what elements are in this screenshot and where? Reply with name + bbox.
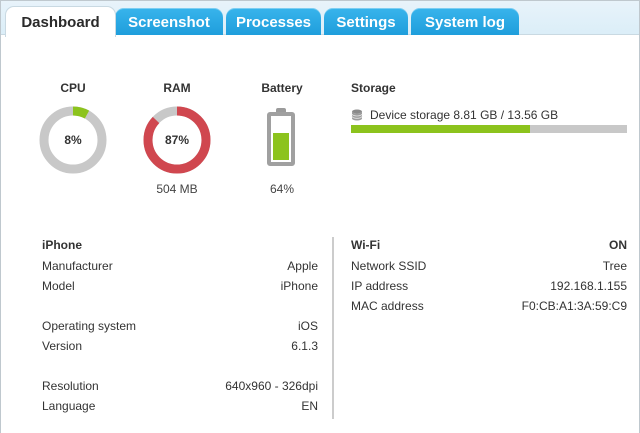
- row-value: 6.1.3: [291, 339, 318, 353]
- tab-settings[interactable]: Settings: [324, 8, 408, 36]
- storage-title: Storage: [351, 81, 396, 95]
- tab-dashboard[interactable]: Dashboard: [5, 6, 116, 37]
- device-heading: iPhone: [42, 238, 83, 252]
- wifi-heading: Wi-Fi: [351, 238, 381, 252]
- device-row-os: Operating system iOS: [42, 319, 318, 335]
- wifi-status: ON: [609, 238, 627, 252]
- row-value: 640x960 - 326dpi: [225, 379, 318, 393]
- row-label: Version: [42, 339, 83, 353]
- device-row-language: Language EN: [42, 399, 318, 415]
- ram-gauge: 87%: [142, 105, 212, 175]
- row-value: iPhone: [280, 279, 318, 293]
- row-label: Language: [42, 399, 96, 413]
- wifi-heading-row: Wi-Fi ON: [351, 238, 627, 254]
- row-value: Apple: [287, 259, 318, 273]
- row-label: Manufacturer: [42, 259, 113, 273]
- ram-percent: 87%: [164, 133, 190, 147]
- column-divider: [332, 237, 334, 419]
- device-row-manufacturer: Manufacturer Apple: [42, 259, 318, 275]
- battery-level-fill: [273, 133, 289, 160]
- ram-title: RAM: [163, 81, 191, 95]
- row-value: EN: [301, 399, 318, 413]
- row-label: Resolution: [42, 379, 99, 393]
- tab-bar: Dashboard Screenshot Processes Settings …: [1, 1, 639, 37]
- battery-title: Battery: [261, 81, 303, 95]
- device-row-model: Model iPhone: [42, 279, 318, 295]
- row-label: MAC address: [351, 299, 424, 313]
- row-label: Model: [42, 279, 75, 293]
- device-heading-row: iPhone: [42, 238, 318, 254]
- battery-percent: 64%: [269, 182, 295, 196]
- tab-screenshot[interactable]: Screenshot: [115, 8, 223, 36]
- database-icon: [351, 109, 363, 121]
- wifi-row-ip: IP address 192.168.1.155: [351, 279, 627, 295]
- storage-used-fill: [351, 125, 531, 133]
- tab-system-log[interactable]: System log: [411, 8, 519, 36]
- row-value: iOS: [297, 319, 318, 333]
- row-value: F0:CB:A1:3A:59:C9: [521, 299, 627, 313]
- cpu-title: CPU: [60, 81, 86, 95]
- row-label: Operating system: [42, 319, 137, 333]
- wifi-info: Wi-Fi ON Network SSID Tree IP address 19…: [351, 238, 627, 318]
- storage-info: Device storage 8.81 GB / 13.56 GB: [351, 108, 558, 122]
- cpu-percent: 8%: [64, 133, 82, 147]
- row-value: 192.168.1.155: [550, 279, 627, 293]
- device-row-version: Version 6.1.3: [42, 339, 318, 355]
- device-info: iPhone Manufacturer Apple Model iPhone O…: [42, 238, 318, 418]
- storage-label: Device storage 8.81 GB / 13.56 GB: [370, 108, 559, 122]
- row-value: Tree: [602, 259, 627, 273]
- tab-processes[interactable]: Processes: [226, 8, 321, 36]
- device-row-resolution: Resolution 640x960 - 326dpi: [42, 379, 318, 395]
- wifi-row-ssid: Network SSID Tree: [351, 259, 627, 275]
- storage-bar: [351, 125, 627, 133]
- row-label: IP address: [351, 279, 409, 293]
- app-window: Dashboard Screenshot Processes Settings …: [0, 0, 640, 433]
- dashboard-panel: CPU 8% RAM 87% 504 MB Battery 64% Storag…: [1, 35, 639, 433]
- cpu-gauge: 8%: [38, 105, 108, 175]
- row-label: Network SSID: [351, 259, 427, 273]
- wifi-row-mac: MAC address F0:CB:A1:3A:59:C9: [351, 299, 627, 315]
- ram-used: 504 MB: [156, 182, 198, 196]
